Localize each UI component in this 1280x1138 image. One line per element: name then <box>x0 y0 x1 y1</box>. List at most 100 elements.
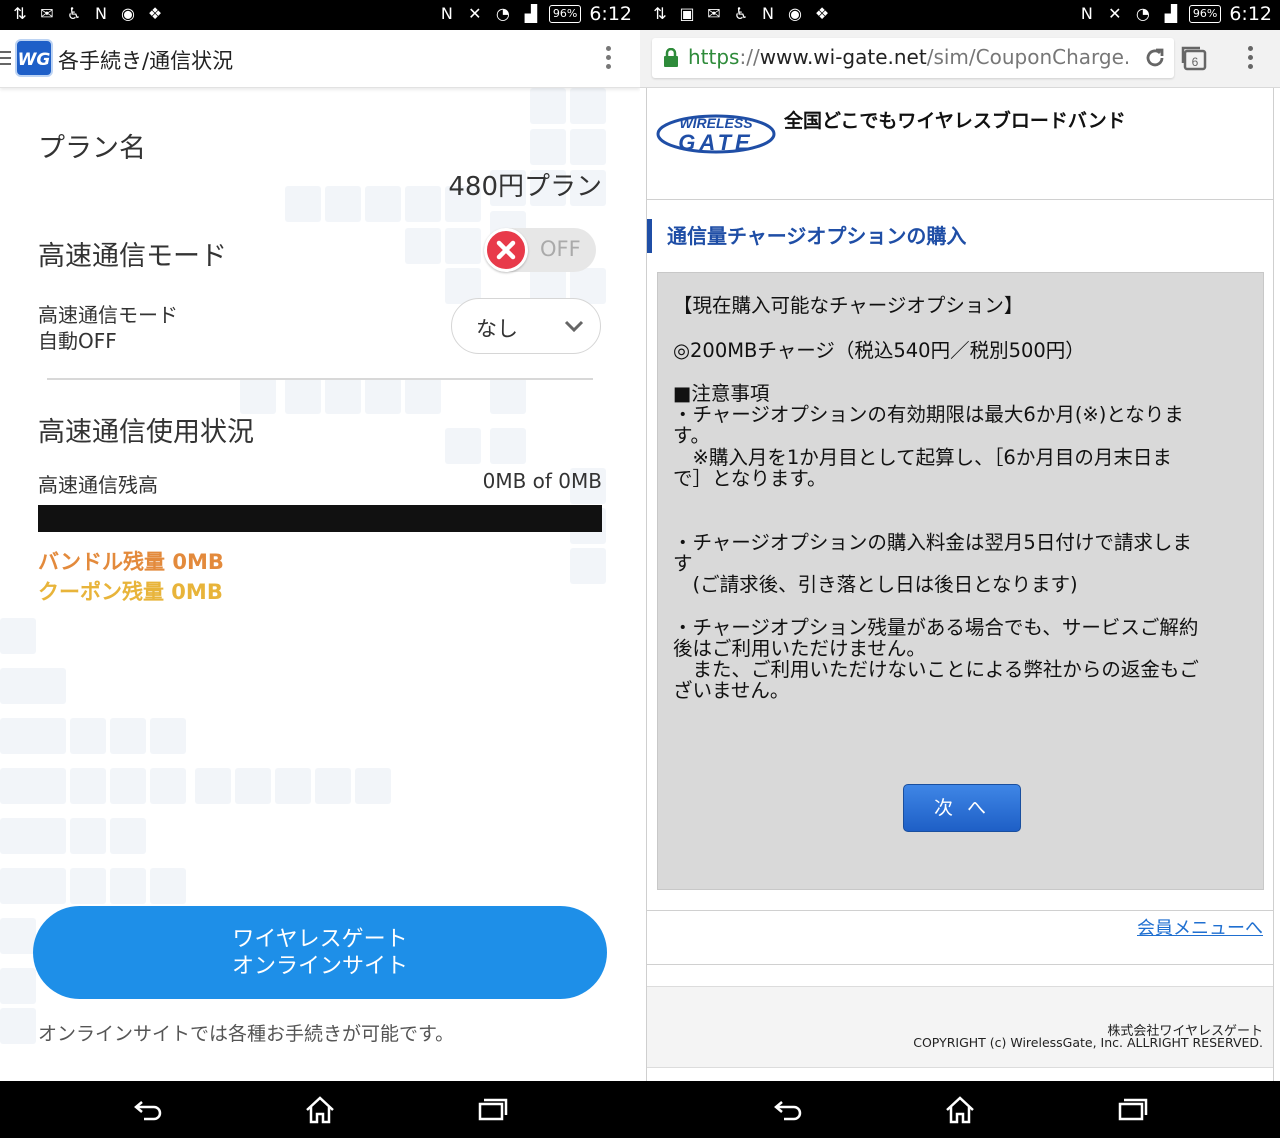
background-tile <box>405 186 441 222</box>
plan-label: プラン名 <box>38 133 146 164</box>
auto-off-label-line1: 高速通信モード <box>38 303 178 327</box>
accessibility-icon: ♿ <box>733 4 749 23</box>
notice-line: ・チャージオプションの購入料金は翌月5日付けで請求しま <box>673 531 1192 554</box>
wg-app-logo[interactable]: WG <box>15 39 53 77</box>
background-tile <box>490 378 526 414</box>
auto-off-select[interactable]: なし <box>451 298 601 354</box>
background-tile <box>30 718 66 754</box>
tab-switcher-button[interactable]: 6 <box>1180 44 1208 72</box>
browser-toolbar: https://www.wi-gate.net/sim/CouponCharge… <box>640 30 1280 88</box>
notice-heading: 【現在購入可能なチャージオプション】 <box>673 294 1024 317</box>
home-icon[interactable] <box>942 1095 978 1125</box>
remaining-value: 0MB of 0MB <box>482 469 602 493</box>
sync-icon: ⇅ <box>13 4 27 23</box>
background-tile <box>365 378 401 414</box>
recent-apps-icon[interactable] <box>1114 1095 1150 1125</box>
site-tagline: 全国どこでもワイヤレスブロードバンド <box>784 110 1126 132</box>
image-icon: ▣ <box>679 4 695 23</box>
dropbox-icon: ❖ <box>147 4 163 23</box>
online-site-note: オンラインサイトでは各種お手続きが可能です。 <box>38 1023 455 1045</box>
section-divider <box>47 378 593 380</box>
background-tile <box>0 618 36 654</box>
left-screen: ⇅ ✉ ♿ N ◉ ❖ N ✕ ◔ ▟ 96% 6:12 WG 各手続き/通信状… <box>0 0 640 1138</box>
background-tile <box>150 718 186 754</box>
background-tile <box>150 768 186 804</box>
online-site-button-line2: オンラインサイト <box>231 954 408 979</box>
background-tile <box>30 668 66 704</box>
background-tile <box>285 378 321 414</box>
signal-icon: ▟ <box>1164 4 1178 23</box>
back-icon[interactable] <box>770 1095 806 1125</box>
right-screen: ⇅ ▣ ✉ ♿ N ◉ ❖ N ✕ ◔ ▟ 96% 6:12 https://w… <box>640 0 1280 1138</box>
vibrate-off-icon: ✕ <box>468 4 482 23</box>
url-path: /sim/CouponCharge.htr <box>926 45 1128 69</box>
background-tile <box>570 88 606 124</box>
n-app-icon: N <box>95 4 107 23</box>
notice-line: (ご請求後、引き落とし日は後日となります) <box>673 573 1078 596</box>
online-site-button[interactable]: ワイヤレスゲート オンラインサイト <box>33 906 607 999</box>
auto-off-label-line2: 自動OFF <box>38 329 117 353</box>
dropbox-icon: ❖ <box>814 4 830 23</box>
auto-off-label: 高速通信モード 自動OFF <box>38 302 178 354</box>
background-tile <box>365 186 401 222</box>
notice-line: で］となります。 <box>673 467 827 490</box>
high-speed-mode-toggle[interactable]: OFF <box>484 228 596 272</box>
url-scheme: https <box>688 45 740 69</box>
background-tile <box>285 186 321 222</box>
back-icon[interactable] <box>130 1095 166 1125</box>
notice-box: 【現在購入可能なチャージオプション】 ◎200MBチャージ（税込540円／税別5… <box>657 272 1264 890</box>
browser-menu-icon[interactable] <box>1246 46 1254 72</box>
logo-line2: GATE <box>678 130 753 155</box>
overflow-menu-icon[interactable] <box>604 46 612 72</box>
background-tile <box>570 129 606 165</box>
url-host: www.wi-gate.net <box>759 45 927 69</box>
background-tile <box>445 228 481 264</box>
online-site-button-line1: ワイヤレスゲート <box>232 927 408 952</box>
lock-icon <box>664 48 678 67</box>
member-menu-link[interactable]: 会員メニューへ <box>1137 914 1263 940</box>
section-title: 通信量チャージオプションの購入 <box>647 219 966 253</box>
signal-icon: ▟ <box>524 4 538 23</box>
background-tile <box>0 918 36 954</box>
clock: 6:12 <box>589 3 632 25</box>
background-tile <box>195 768 231 804</box>
auto-off-selected-value: なし <box>476 317 518 341</box>
background-tile <box>30 868 66 904</box>
background-tile <box>490 428 526 464</box>
background-tile <box>30 818 66 854</box>
background-tile <box>235 768 271 804</box>
notice-line: ※購入月を1か月目として起算し、［6か月目の月末日ま <box>673 446 1172 469</box>
background-tile <box>530 129 566 165</box>
background-tile <box>240 378 276 414</box>
background-tile <box>110 768 146 804</box>
background-tile <box>110 818 146 854</box>
url-bar[interactable]: https://www.wi-gate.net/sim/CouponCharge… <box>652 38 1174 78</box>
plan-value: 480円プラン <box>448 172 602 202</box>
drawer-menu-icon[interactable] <box>0 50 12 66</box>
gmail-icon: ✉ <box>707 4 721 23</box>
navigation-bar <box>640 1081 1280 1138</box>
battery-indicator: 96% <box>548 5 582 23</box>
sync-icon: ⇅ <box>653 4 667 23</box>
background-tile <box>275 768 311 804</box>
wireless-gate-logo[interactable]: WIRELESS GATE <box>655 108 777 156</box>
background-tile <box>150 868 186 904</box>
background-tile <box>0 968 36 1004</box>
status-bar: ⇅ ▣ ✉ ♿ N ◉ ❖ N ✕ ◔ ▟ 96% 6:12 <box>640 0 1280 30</box>
recent-apps-icon[interactable] <box>474 1095 510 1125</box>
chevron-down-icon <box>564 320 584 333</box>
tabs-icon: 6 <box>1181 46 1207 71</box>
next-button[interactable]: 次へ <box>903 784 1021 832</box>
usage-section-title: 高速通信使用状況 <box>38 417 254 448</box>
notice-line: ざいません。 <box>673 679 790 702</box>
background-tile <box>30 768 66 804</box>
wifi-icon: ◔ <box>495 4 510 23</box>
gmail-icon: ✉ <box>40 4 54 23</box>
background-tile <box>325 378 361 414</box>
background-tile <box>110 718 146 754</box>
home-icon[interactable] <box>302 1095 338 1125</box>
background-tile <box>70 718 106 754</box>
remaining-label: 高速通信残高 <box>38 473 158 497</box>
reload-icon[interactable] <box>1144 47 1166 69</box>
divider <box>647 964 1273 965</box>
